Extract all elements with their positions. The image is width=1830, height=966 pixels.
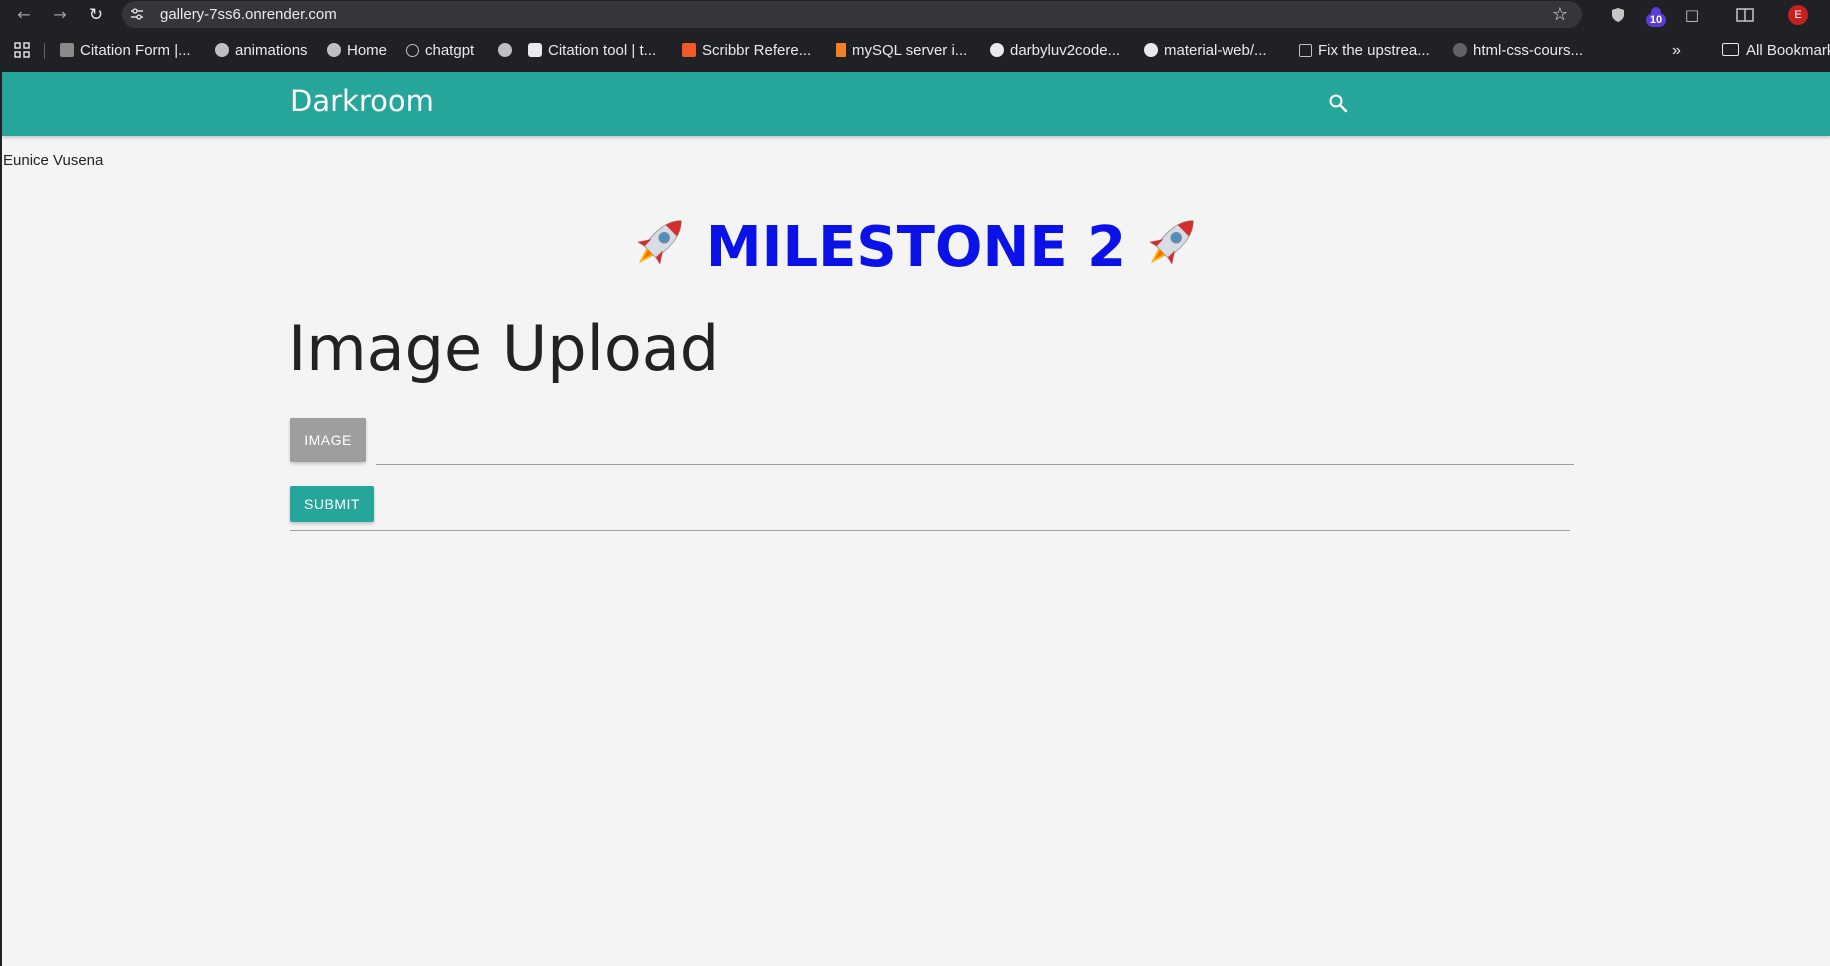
- browser-chrome: ← → ↻ gallery-7ss6.onrender.com ☆ 10 □ E: [0, 0, 1830, 72]
- search-icon[interactable]: [1328, 93, 1348, 113]
- github-icon: [1144, 43, 1158, 57]
- globe-icon: [327, 43, 341, 57]
- apps-grid-icon[interactable]: [14, 42, 30, 58]
- file-path-input[interactable]: [376, 424, 1574, 465]
- globe-icon: [215, 43, 229, 57]
- forward-button[interactable]: →: [48, 4, 72, 26]
- page-content: Darkroom Eunice Vusena MILESTONE 2 Image…: [2, 72, 1830, 966]
- github-icon: [1453, 43, 1467, 57]
- bookmark-html-css-course[interactable]: html-css-cours...: [1453, 40, 1583, 62]
- reading-list-icon[interactable]: [1734, 4, 1756, 26]
- profile-avatar[interactable]: E: [1788, 5, 1808, 25]
- bookmark-citation-tool[interactable]: Citation tool | t...: [528, 40, 656, 62]
- bookmark-home[interactable]: Home: [327, 40, 387, 62]
- stackoverflow-icon: [836, 43, 846, 57]
- extensions-puzzle-icon[interactable]: □: [1681, 4, 1703, 26]
- form-divider: [290, 530, 1570, 531]
- rocket-icon: [637, 220, 682, 265]
- bookmark-animations[interactable]: animations: [215, 40, 308, 62]
- address-bar[interactable]: gallery-7ss6.onrender.com ☆: [122, 1, 1582, 28]
- bookmark-darbyluv2code[interactable]: darbyluv2code...: [990, 40, 1120, 62]
- bookmarks-overflow-button[interactable]: »: [1672, 40, 1681, 62]
- url-text[interactable]: gallery-7ss6.onrender.com: [160, 6, 337, 23]
- bookmark-chatgpt[interactable]: chatgpt: [406, 40, 474, 62]
- citation-tool-icon: [528, 43, 542, 57]
- bookmark-star-icon[interactable]: ☆: [1552, 4, 1568, 25]
- bookmark-material-web[interactable]: material-web/...: [1144, 40, 1267, 62]
- browser-toolbar: ← → ↻ gallery-7ss6.onrender.com ☆ 10 □ E: [0, 0, 1830, 30]
- bookmark-fix-upstream[interactable]: Fix the upstrea...: [1299, 40, 1430, 62]
- site-info-icon[interactable]: [130, 7, 144, 21]
- brand-logo[interactable]: Darkroom: [290, 84, 434, 118]
- author-name: Eunice Vusena: [3, 152, 104, 169]
- github-icon: [990, 43, 1004, 57]
- folder-icon: [1722, 43, 1739, 56]
- submit-button[interactable]: SUBMIT: [290, 486, 374, 522]
- milestone-text: MILESTONE 2: [705, 215, 1127, 280]
- extension-badge: 10: [1646, 13, 1666, 27]
- globe-icon: [498, 43, 512, 57]
- bookmark-globe[interactable]: [498, 40, 518, 62]
- scribbr-icon: [682, 43, 696, 57]
- reload-button[interactable]: ↻: [84, 4, 108, 26]
- bookmarks-separator: [44, 43, 45, 59]
- page-title: Image Upload: [288, 312, 720, 385]
- back-button[interactable]: ←: [12, 4, 36, 26]
- citation-form-icon: [60, 43, 74, 57]
- package-icon: [1299, 44, 1312, 57]
- all-bookmarks-button[interactable]: All Bookmarks: [1722, 40, 1830, 62]
- milestone-heading: MILESTONE 2: [2, 208, 1830, 280]
- shield-extension-icon[interactable]: [1607, 4, 1629, 26]
- bookmark-mysql[interactable]: mySQL server i...: [836, 40, 967, 62]
- bookmarks-bar: Citation Form |... animations Home chatg…: [0, 36, 1830, 66]
- site-navbar: Darkroom: [2, 72, 1830, 136]
- bookmark-citation-form[interactable]: Citation Form |...: [60, 40, 191, 62]
- rocket-icon: [1149, 220, 1194, 265]
- chatgpt-icon: [406, 44, 419, 57]
- image-file-button[interactable]: IMAGE: [290, 418, 366, 462]
- bookmark-scribbr[interactable]: Scribbr Refere...: [682, 40, 811, 62]
